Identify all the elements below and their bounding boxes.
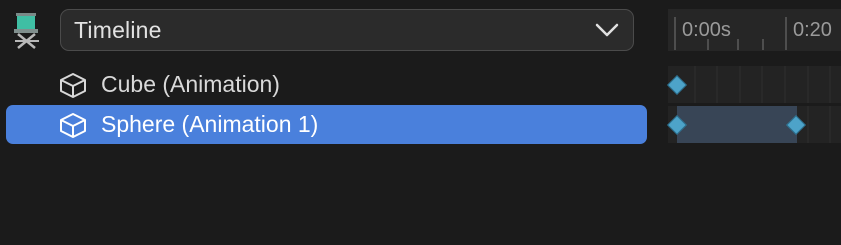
tree-item-cube[interactable]: Cube (Animation) [6,65,647,104]
director-chair-icon[interactable] [10,10,44,52]
tree-item-sphere[interactable]: Sphere (Animation 1) [6,105,647,144]
tree-item-label: Cube (Animation) [101,71,280,97]
ruler-label-1: 0:20 [793,19,832,41]
animation-clip[interactable] [677,106,797,143]
cube-icon [58,112,88,138]
tree-item-label: Sphere (Animation 1) [101,111,319,137]
timeline-dropdown-value: Timeline [74,16,162,43]
track-row-cube[interactable] [668,66,841,103]
timeline-dropdown[interactable]: Timeline [60,9,634,51]
time-ruler[interactable]: 0:00s 0:20 [668,9,841,51]
ruler-label-0: 0:00s [682,19,731,41]
chevron-down-icon [595,21,619,39]
timeline-window: Timeline Cube (Animation) Sphere (Animat… [0,0,841,245]
cube-icon [58,72,88,98]
